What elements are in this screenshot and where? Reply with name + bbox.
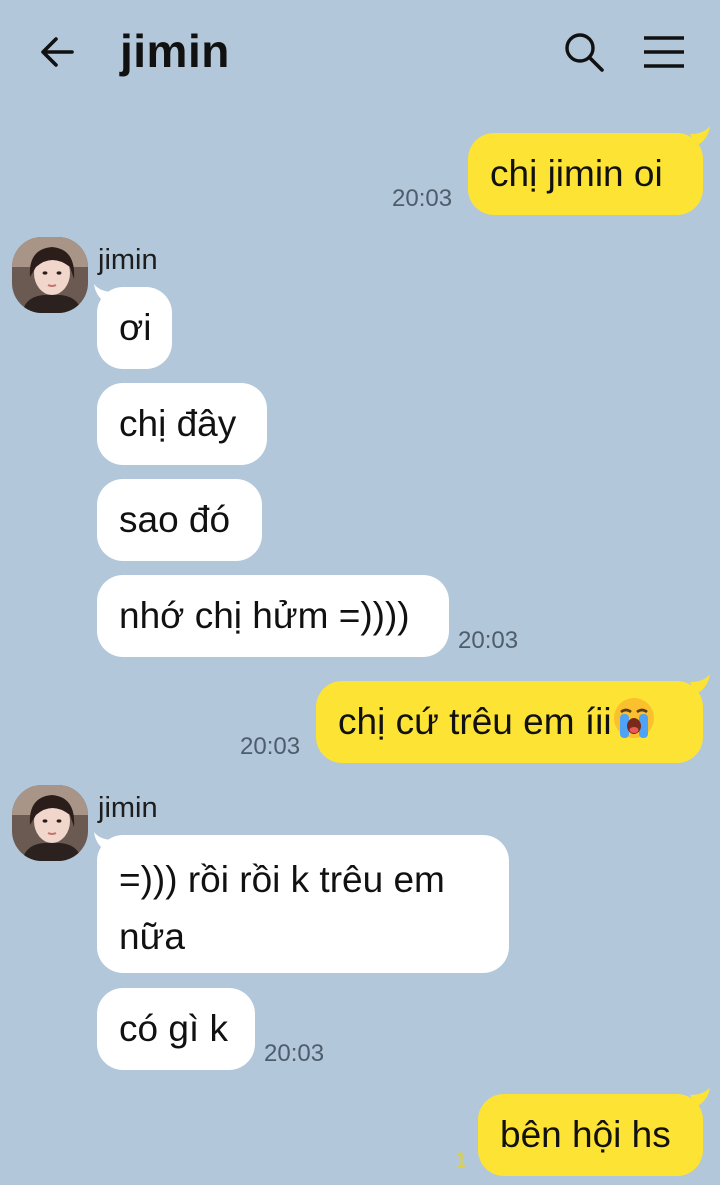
avatar[interactable]	[12, 785, 88, 861]
message-time: 20:03	[240, 733, 301, 760]
incoming-message[interactable]: =))) rồi rồi k trêu em nữa	[97, 835, 509, 973]
chat-title: jimin	[120, 25, 230, 77]
incoming-message[interactable]: chị đây	[97, 383, 267, 465]
bubble-tail	[690, 674, 710, 694]
message-text: chị cứ trêu em íii	[338, 701, 612, 742]
outgoing-message[interactable]: chị jimin oi	[468, 133, 703, 215]
bubble-tail	[690, 126, 710, 146]
incoming-message[interactable]: có gì k	[97, 988, 255, 1070]
arrow-left-icon[interactable]	[36, 30, 80, 74]
unread-count: 1	[455, 1148, 468, 1173]
bubble-tail	[690, 1087, 710, 1107]
sender-name: jimin	[98, 792, 158, 824]
message-time: 20:03	[264, 1040, 325, 1067]
search-icon[interactable]	[560, 28, 608, 76]
menu-icon[interactable]	[640, 30, 688, 74]
outgoing-message[interactable]: chị cứ trêu em íii	[316, 681, 703, 763]
message-time: 20:03	[392, 185, 453, 212]
incoming-message[interactable]: ơi	[97, 287, 172, 369]
chat-header: jimin	[0, 0, 720, 105]
outgoing-message[interactable]: bên hội hs	[478, 1094, 703, 1176]
incoming-message[interactable]: nhớ chị hửm =))))	[97, 575, 449, 657]
incoming-message[interactable]: sao đó	[97, 479, 262, 561]
message-time: 20:03	[458, 627, 519, 654]
avatar[interactable]	[12, 237, 88, 313]
sender-name: jimin	[98, 244, 158, 276]
loudly-crying-face-emoji	[613, 698, 654, 738]
